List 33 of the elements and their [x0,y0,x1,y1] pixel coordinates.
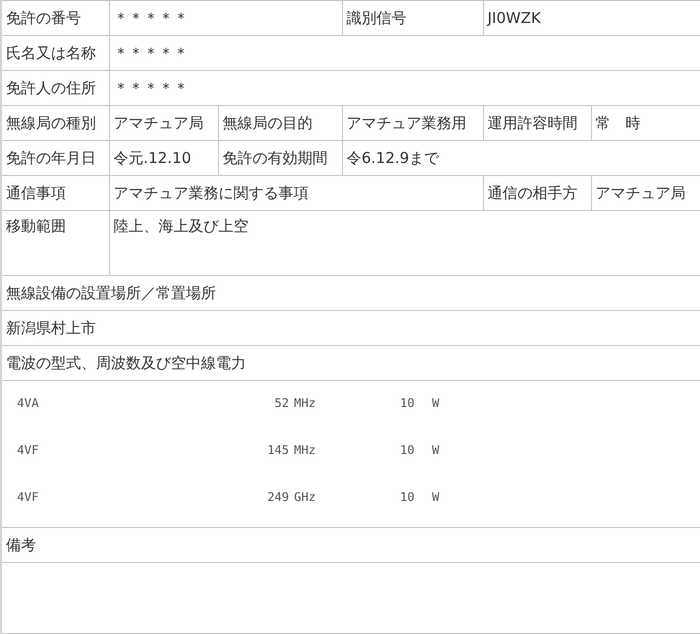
frequency-value: 145 [267,442,289,459]
power-unit: W [432,489,440,506]
table-cell: 令元.12.10 [109,140,218,176]
frequency-unit: MHz [293,442,316,459]
table-cell: 通信の相手方 [483,176,591,210]
power-value: 10 [400,442,414,459]
table-cell: 氏名又は名称 [1,36,109,70]
emission-type: 4VF [17,442,39,459]
table-cell: 無線局の目的 [218,106,342,140]
frequency-value: 249 [267,489,289,506]
frequency-unit: GHz [293,489,316,506]
frequency-value: 52 [274,395,289,412]
table-cell: 通信事項 [1,176,109,210]
table-cell: 免許人の住所 [1,70,109,106]
table-cell: 識別信号 [342,0,483,36]
frequency-unit: MHz [293,395,316,412]
table-cell: アマチュア業務に関する事項 [109,176,483,210]
emission-type: 4VA [17,395,39,412]
power-unit: W [432,395,440,412]
power-value: 10 [400,395,414,412]
emission-type: 4VF [17,489,39,506]
table-cell: ＊＊＊＊＊ [109,0,342,36]
table-cell: 免許の年月日 [1,140,109,176]
table-cell: 免許の有効期間 [218,140,342,176]
table-cell: JI0WZK [483,0,700,36]
table-cell: 無線局の種別 [1,106,109,140]
table-cell: アマチュア局 [109,106,218,140]
power-unit: W [432,442,440,459]
table-cell: 移動範囲 [1,210,109,276]
power-value: 10 [400,489,414,506]
table-cell: アマチュア業務用 [342,106,483,140]
table-cell: 免許の番号 [1,0,109,36]
table-cell: 運用許容時間 [483,106,591,140]
